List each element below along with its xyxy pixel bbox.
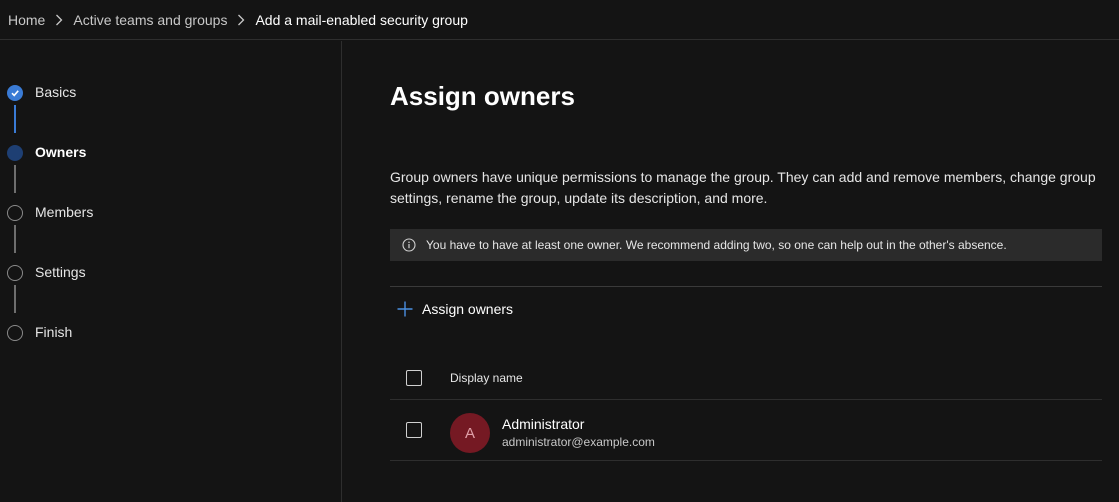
step-label-basics: Basics [35, 84, 77, 100]
wizard-steps: Basics Owners Members Settings Finish [0, 41, 342, 502]
assign-owners-button[interactable]: Assign owners [396, 297, 513, 321]
breadcrumb: Home Active teams and groups Add a mail-… [0, 0, 1119, 40]
avatar: A [450, 413, 490, 453]
step-finish[interactable]: Finish [0, 321, 300, 345]
step-label-members: Members [35, 204, 94, 220]
chevron-right-icon [237, 14, 245, 26]
page-description: Group owners have unique permissions to … [390, 169, 1096, 206]
divider [390, 286, 1102, 287]
page-title: Assign owners [390, 81, 575, 111]
row-checkbox[interactable] [406, 422, 422, 438]
info-icon [402, 238, 416, 252]
breadcrumb-active-teams[interactable]: Active teams and groups [73, 12, 227, 28]
assign-owners-button-label: Assign owners [422, 301, 514, 317]
step-basics[interactable]: Basics [0, 81, 300, 105]
info-message-text: You have to have at least one owner. We … [426, 238, 1007, 252]
user-email: administrator@example.com [502, 435, 655, 449]
step-connector [14, 225, 16, 253]
add-icon [396, 300, 422, 318]
pending-step-marker [7, 265, 23, 281]
breadcrumb-home[interactable]: Home [8, 12, 45, 28]
pending-step-marker [7, 325, 23, 341]
info-message-bar: You have to have at least one owner. We … [390, 229, 1102, 261]
column-header-display-name[interactable]: Display name [450, 371, 523, 385]
step-members[interactable]: Members [0, 201, 300, 225]
step-connector [14, 285, 16, 313]
checkmark-icon [7, 85, 23, 101]
select-all-checkbox[interactable] [406, 370, 422, 386]
step-label-finish: Finish [35, 324, 73, 340]
table-row[interactable]: A Administrator administrator@example.co… [390, 400, 1102, 461]
step-settings[interactable]: Settings [0, 261, 300, 285]
step-owners[interactable]: Owners [0, 141, 300, 165]
step-connector [14, 105, 16, 133]
pending-step-marker [7, 205, 23, 221]
current-step-marker [7, 145, 23, 161]
user-display-name: Administrator [502, 416, 585, 432]
step-label-settings: Settings [35, 264, 86, 280]
chevron-right-icon [55, 14, 63, 26]
table-header-row: Display name [390, 359, 1102, 400]
step-connector [14, 165, 16, 193]
breadcrumb-current: Add a mail-enabled security group [255, 11, 468, 28]
step-label-owners: Owners [35, 144, 87, 160]
